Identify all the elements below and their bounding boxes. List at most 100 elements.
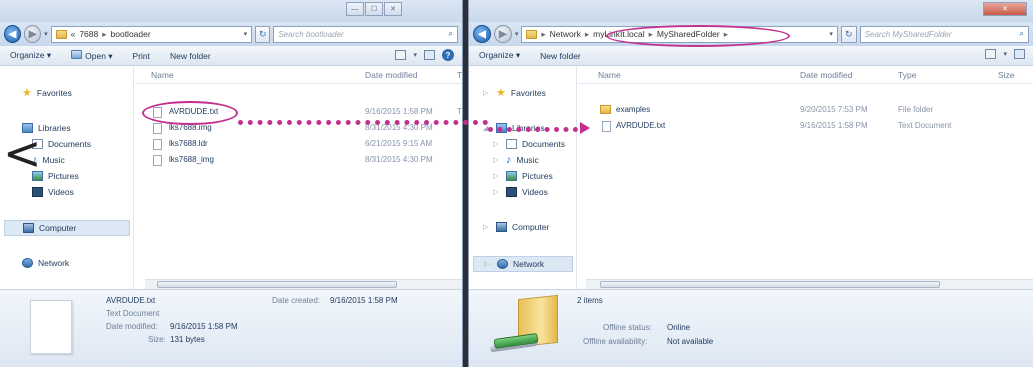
nav-label: Network <box>513 259 545 269</box>
view-dropdown-icon[interactable]: ▾ <box>413 51 417 59</box>
close-button[interactable]: ✕ <box>983 2 1027 16</box>
left-body: ★ Favorites Libraries Documents ♪ Music Pi… <box>0 66 462 289</box>
preview-pane-icon[interactable] <box>1014 49 1025 59</box>
column-type-header[interactable]: Type <box>898 70 916 80</box>
detail-modified-value: 9/16/2015 1:58 PM <box>170 322 238 331</box>
nav-documents[interactable]: ▷ Documents <box>493 139 565 149</box>
forward-button[interactable]: ▶ <box>493 25 512 43</box>
new-folder-button[interactable]: New folder <box>540 51 581 61</box>
change-view-icon[interactable] <box>395 50 407 60</box>
file-date: 6/21/2015 9:15 AM <box>365 139 433 148</box>
file-row-examples[interactable]: examples 9/20/2015 7:53 PM File folder <box>578 103 1033 117</box>
change-view-icon[interactable] <box>985 49 997 59</box>
preview-pane-icon[interactable] <box>424 50 435 60</box>
scrollbar-thumb[interactable] <box>157 281 397 288</box>
expand-icon[interactable]: ▷ <box>493 140 501 148</box>
expand-icon[interactable]: ▷ <box>483 223 491 231</box>
nav-label: Computer <box>512 222 550 232</box>
address-dropdown-icon[interactable]: ▾ <box>829 30 833 38</box>
file-name: lks7688.ldr <box>169 139 208 148</box>
column-date-header[interactable]: Date modified <box>365 70 417 80</box>
nav-favorites[interactable]: ▷ ★ Favorites <box>483 88 546 99</box>
expand-icon[interactable]: ▷ <box>484 260 492 268</box>
detail-filetype: Text Document <box>106 309 160 318</box>
breadcrumb-7688[interactable]: 7688 <box>79 29 98 39</box>
detail-created-value: 9/16/2015 1:58 PM <box>330 296 398 305</box>
search-placeholder: Search bootloader <box>278 29 344 39</box>
file-name: lks7688_img <box>169 155 214 164</box>
right-search-input[interactable]: Search MySharedFolder ⌕ <box>859 25 1030 43</box>
right-horizontal-scrollbar[interactable] <box>586 279 1033 289</box>
back-button[interactable]: ◀ <box>473 25 491 43</box>
nav-label: Favorites <box>36 88 72 98</box>
detail-offline-availability-value: Not available <box>667 337 714 346</box>
nav-network[interactable]: Network <box>22 258 69 268</box>
nav-favorites[interactable]: ★ Favorites <box>22 88 72 99</box>
refresh-button[interactable]: ↻ <box>840 25 857 43</box>
computer-icon <box>496 222 507 232</box>
organize-button[interactable]: Organize ▾ <box>479 50 520 61</box>
detail-offline-status-label: Offline status: <box>603 323 652 332</box>
recent-pages-dropdown[interactable]: ▾ <box>44 30 48 38</box>
new-folder-button[interactable]: New folder <box>170 51 211 61</box>
address-dropdown-icon[interactable]: ▾ <box>244 30 248 38</box>
annotation-dotted-line-2 <box>488 127 578 132</box>
file-icon <box>153 123 162 134</box>
nav-music[interactable]: ▷ ♪ Music <box>493 155 539 166</box>
nav-videos[interactable]: ▷ Videos <box>493 187 548 197</box>
maximize-button[interactable]: ☐ <box>365 2 383 16</box>
right-column-headers: Name Date modified Type Size <box>578 66 1033 84</box>
left-explorer-window: — ☐ ✕ ◀ ▶ ▾ « 7688 ▸ bootloader ▾ ↻ Sear… <box>0 0 463 367</box>
column-size-header[interactable]: Size <box>998 70 1015 80</box>
expand-icon[interactable]: ▷ <box>493 156 501 164</box>
column-date-header[interactable]: Date modified <box>800 70 852 80</box>
forward-button[interactable]: ▶ <box>24 25 42 43</box>
nav-computer[interactable]: Computer <box>4 220 130 236</box>
nav-network[interactable]: ▷ Network <box>473 256 573 272</box>
column-name-header[interactable]: Name <box>151 70 174 80</box>
nav-label: Music <box>516 155 539 165</box>
file-row-avrdude[interactable]: AVRDUDE.txt 9/16/2015 1:58 PM Text Docum… <box>578 119 1033 133</box>
refresh-button[interactable]: ↻ <box>255 25 271 43</box>
expand-icon[interactable]: ▷ <box>483 89 491 97</box>
nav-computer[interactable]: ▷ Computer <box>483 222 549 232</box>
file-row-ldr[interactable]: lks7688.ldr 6/21/2015 9:15 AM <box>135 137 462 151</box>
minimize-button[interactable]: — <box>346 2 364 16</box>
breadcrumb-network[interactable]: Network <box>550 29 581 39</box>
left-horizontal-scrollbar[interactable] <box>145 279 462 289</box>
file-date: 8/31/2015 4:30 PM <box>365 155 433 164</box>
expand-icon[interactable]: ▷ <box>493 188 501 196</box>
column-type-header[interactable]: T <box>457 70 462 80</box>
expand-icon[interactable]: ▷ <box>493 172 501 180</box>
search-placeholder: Search MySharedFolder <box>864 29 952 39</box>
left-search-input[interactable]: Search bootloader ⌕ <box>273 25 459 43</box>
close-button[interactable]: ✕ <box>384 2 402 16</box>
left-address-bar[interactable]: « 7688 ▸ bootloader ▾ <box>50 25 253 43</box>
file-row-img2[interactable]: lks7688_img 8/31/2015 4:30 PM <box>135 153 462 167</box>
recent-pages-dropdown[interactable]: ▾ <box>515 30 519 38</box>
annotation-dotted-line <box>238 120 488 125</box>
breadcrumb-bootloader[interactable]: bootloader <box>111 29 151 39</box>
view-dropdown-icon[interactable]: ▾ <box>1003 50 1007 58</box>
back-chevron-annotation-icon: < <box>3 126 42 180</box>
nav-pictures[interactable]: ▷ Pictures <box>493 171 553 181</box>
left-address-row: ◀ ▶ ▾ « 7688 ▸ bootloader ▾ ↻ Search boo… <box>0 22 462 46</box>
nav-videos[interactable]: Videos <box>32 187 74 197</box>
organize-button[interactable]: Organize ▾ <box>10 50 51 61</box>
annotation-arrow-icon <box>580 122 590 134</box>
scrollbar-thumb[interactable] <box>600 281 940 288</box>
left-command-bar: Organize ▾ Open ▾ Print New folder ▾ ? <box>0 46 462 66</box>
detail-offline-status-value: Online <box>667 323 691 332</box>
open-icon <box>71 49 83 59</box>
text-document-thumbnail-icon <box>30 300 72 354</box>
file-type: T <box>457 107 462 116</box>
breadcrumb-separator-icon: ▸ <box>102 28 107 39</box>
nav-label: Videos <box>48 187 74 197</box>
breadcrumb-overflow[interactable]: « <box>71 29 76 39</box>
column-name-header[interactable]: Name <box>598 70 621 80</box>
print-button[interactable]: Print <box>133 51 150 61</box>
help-icon[interactable]: ? <box>442 49 454 61</box>
open-button[interactable]: Open ▾ <box>71 49 113 62</box>
file-date: 9/20/2015 7:53 PM <box>800 105 868 114</box>
back-button[interactable]: ◀ <box>4 25 22 43</box>
